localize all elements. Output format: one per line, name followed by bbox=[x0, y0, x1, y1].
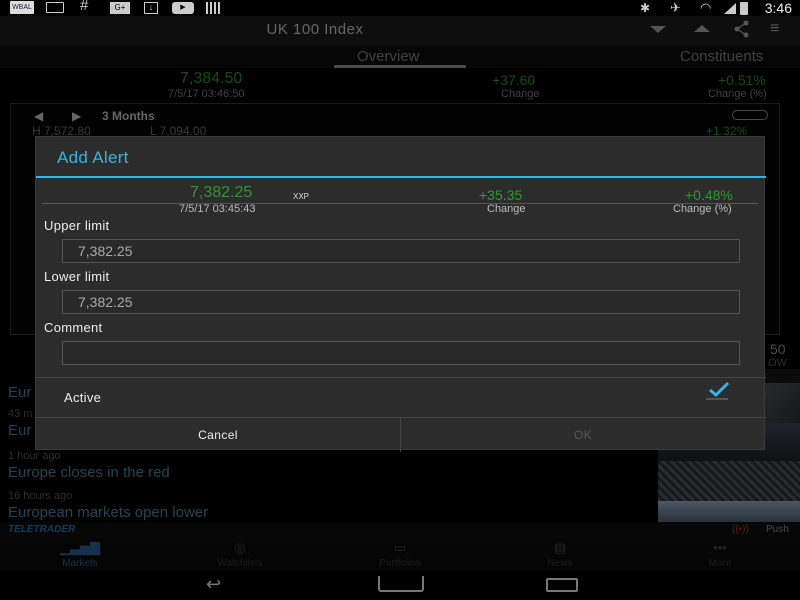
alert-change-pct: +0.48% bbox=[685, 187, 733, 203]
alert-exchange: XXP bbox=[293, 192, 310, 201]
add-alert-dialog: Add Alert 7,382.25 XXP 7/5/17 03:45:43 +… bbox=[35, 136, 766, 452]
alert-price: 7,382.25 bbox=[190, 184, 253, 201]
wifi-icon: ◠ bbox=[700, 0, 712, 15]
alert-change-label: Change bbox=[487, 203, 526, 215]
bluetooth-icon: ✱ bbox=[640, 1, 651, 15]
dialog-title: Add Alert bbox=[57, 148, 129, 167]
alert-change: +35.35 bbox=[479, 187, 523, 203]
youtube-icon: ▶ bbox=[172, 2, 194, 14]
barcode-icon bbox=[206, 2, 222, 14]
hash-icon: # bbox=[80, 0, 89, 14]
checkmark-icon bbox=[709, 381, 730, 398]
active-row[interactable]: Active bbox=[36, 377, 766, 417]
comment-label: Comment bbox=[44, 320, 103, 335]
upper-limit-input[interactable] bbox=[62, 239, 740, 263]
google-plus-icon: G+ bbox=[110, 2, 130, 14]
ok-button[interactable]: OK bbox=[401, 418, 765, 452]
comment-input[interactable] bbox=[62, 341, 740, 365]
alert-change-pct-label: Change (%) bbox=[673, 203, 732, 215]
alert-timestamp: 7/5/17 03:45:43 bbox=[179, 203, 256, 215]
signal-icon bbox=[724, 3, 736, 14]
back-icon[interactable]: ↩ bbox=[206, 574, 221, 595]
cancel-button[interactable]: Cancel bbox=[36, 418, 400, 452]
app-badge-icon: WBAL bbox=[10, 1, 34, 14]
lower-limit-label: Lower limit bbox=[44, 269, 110, 284]
upper-limit-label: Upper limit bbox=[44, 218, 110, 233]
active-label: Active bbox=[64, 390, 102, 405]
download-icon: ↓ bbox=[144, 2, 158, 14]
clock: 3:46 bbox=[764, 0, 792, 16]
recents-icon[interactable] bbox=[546, 578, 578, 592]
message-icon bbox=[46, 2, 64, 13]
dialog-title-divider bbox=[36, 176, 766, 178]
dialog-buttons: Cancel OK bbox=[36, 417, 766, 452]
airplane-icon: ✈ bbox=[670, 0, 681, 15]
active-checkbox[interactable] bbox=[706, 381, 730, 400]
lower-limit-input[interactable] bbox=[62, 290, 740, 314]
system-nav-bar: ↩ bbox=[0, 570, 800, 600]
battery-icon bbox=[740, 2, 748, 15]
home-icon[interactable] bbox=[378, 576, 424, 592]
quote-divider bbox=[42, 203, 758, 204]
status-bar: WBAL # G+ ↓ ▶ ✱ ✈ ◠ 3:46 bbox=[0, 0, 800, 16]
